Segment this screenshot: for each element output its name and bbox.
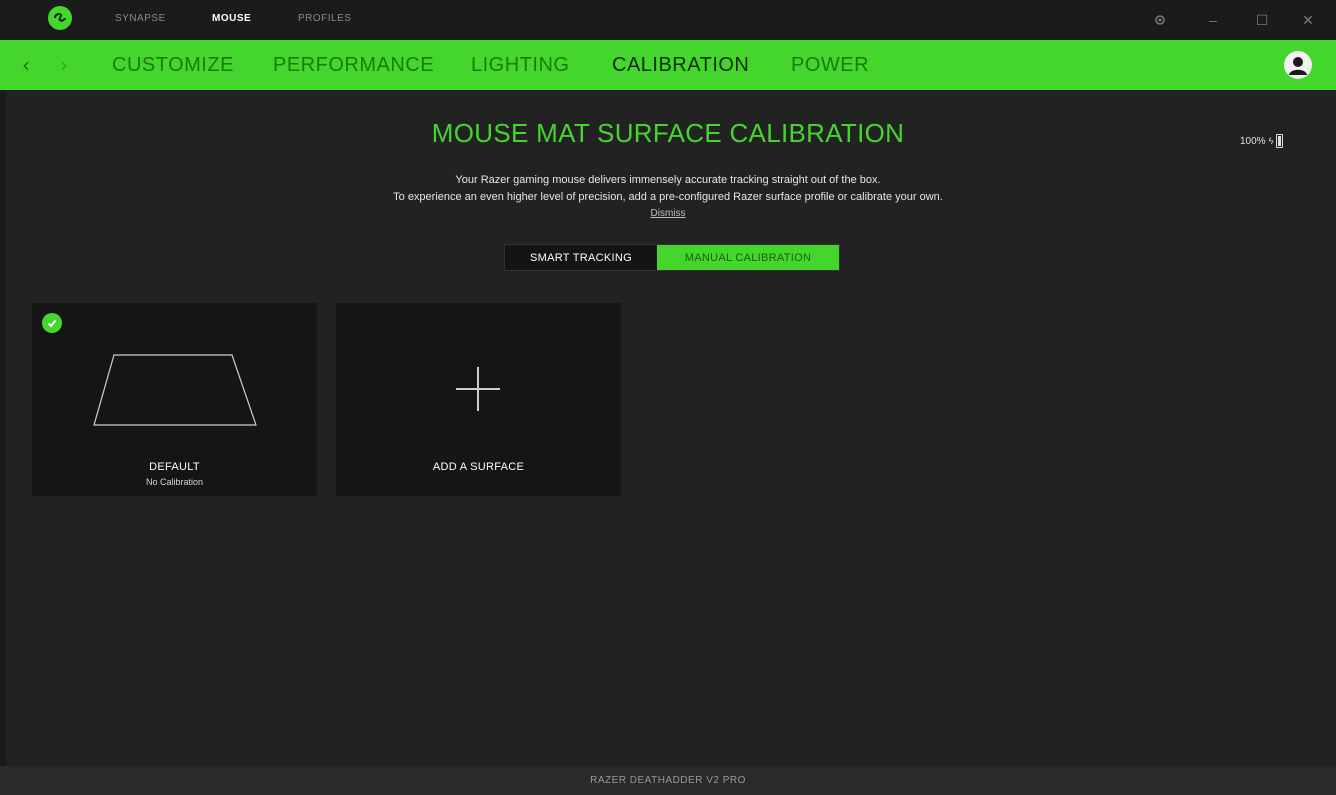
device-name: RAZER DEATHADDER V2 PRO	[590, 775, 746, 786]
page-title: MOUSE MAT SURFACE CALIBRATION	[431, 118, 905, 148]
settings-gear-icon[interactable]	[1150, 10, 1170, 30]
card-label: ADD A SURFACE	[432, 461, 525, 473]
tab-lighting[interactable]: LIGHTING	[471, 54, 569, 77]
forward-arrow-icon[interactable]: ›	[60, 53, 68, 77]
description-line-1: Your Razer gaming mouse delivers immense…	[455, 174, 881, 186]
razer-logo-icon[interactable]	[48, 6, 72, 30]
check-icon	[42, 313, 62, 333]
user-avatar-icon[interactable]	[1284, 51, 1312, 79]
tab-mouse[interactable]: MOUSE	[212, 13, 251, 24]
manual-calibration-button[interactable]: MANUAL CALIBRATION	[657, 245, 839, 270]
tab-synapse[interactable]: SYNAPSE	[115, 13, 166, 24]
device-footer: RAZER DEATHADDER V2 PRO	[0, 766, 1336, 795]
battery-indicator: 100% ϟ	[1240, 134, 1284, 148]
tab-power[interactable]: POWER	[791, 54, 869, 77]
title-bar: SYNAPSE MOUSE PROFILES – ☐ ✕	[0, 0, 1336, 40]
mouse-mat-icon	[93, 354, 257, 426]
close-button[interactable]: ✕	[1298, 10, 1318, 30]
tracking-mode-toggle: SMART TRACKING MANUAL CALIBRATION	[504, 244, 840, 271]
navigation-bar: ‹ › CUSTOMIZE PERFORMANCE LIGHTING CALIB…	[0, 40, 1336, 90]
add-surface-card[interactable]: ADD A SURFACE	[336, 303, 621, 496]
maximize-button[interactable]: ☐	[1252, 10, 1272, 30]
charging-icon: ϟ	[1268, 136, 1274, 146]
tab-performance[interactable]: PERFORMANCE	[273, 54, 434, 77]
surface-card-default[interactable]: DEFAULT No Calibration	[32, 303, 317, 496]
battery-icon	[1276, 134, 1284, 148]
minimize-button[interactable]: –	[1203, 10, 1223, 30]
battery-percent: 100%	[1240, 135, 1266, 147]
smart-tracking-button[interactable]: SMART TRACKING	[505, 245, 657, 270]
battery-fill	[1278, 136, 1282, 146]
card-label: DEFAULT	[149, 461, 200, 473]
description-line-2: To experience an even higher level of pr…	[393, 191, 943, 203]
tab-profiles[interactable]: PROFILES	[298, 13, 351, 24]
back-arrow-icon[interactable]: ‹	[22, 53, 30, 77]
tab-calibration[interactable]: CALIBRATION	[612, 54, 749, 77]
plus-icon	[456, 367, 500, 411]
card-sublabel: No Calibration	[145, 477, 204, 487]
dismiss-link[interactable]: Dismiss	[0, 208, 1336, 219]
tab-customize[interactable]: CUSTOMIZE	[112, 54, 234, 77]
